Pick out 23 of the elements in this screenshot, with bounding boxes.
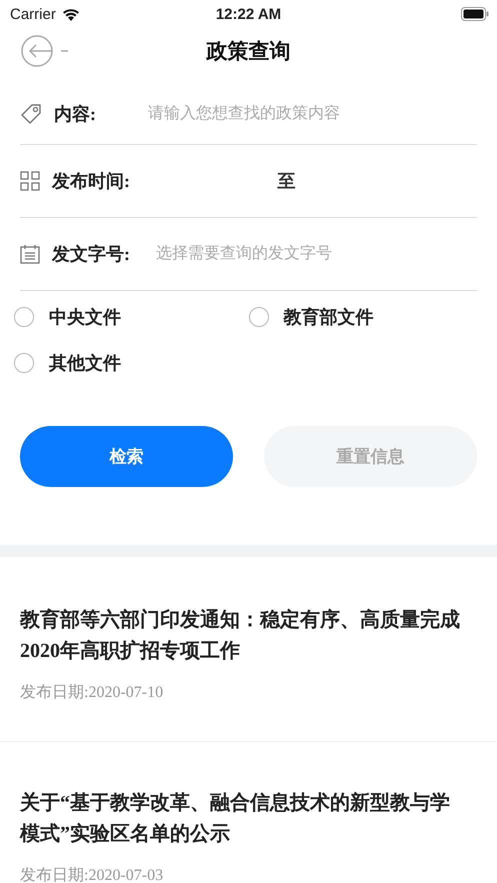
option-label: 中央文件: [49, 306, 121, 329]
article-title[interactable]: 教育部等六部门印发通知：稳定有序、高质量完成2020年高职扩招专项工作: [20, 605, 469, 667]
radio-button[interactable]: [248, 307, 268, 327]
field-label: 内容:: [54, 103, 97, 126]
article-date: 发布日期:2020-07-03: [20, 866, 164, 883]
radio-button[interactable]: [14, 307, 34, 327]
calendar-icon: [20, 244, 40, 264]
tag-icon: [20, 103, 42, 125]
carrier-name: Carrier: [10, 6, 56, 22]
article-title[interactable]: 关于“基于教学改革、融合信息技术的新型教与学模式”实验区名单的公示: [20, 788, 469, 850]
article-date: 发布日期:2020-07-10: [20, 683, 164, 703]
option-label: 其他文件: [49, 352, 121, 375]
radio-button[interactable]: [14, 353, 34, 373]
search-button[interactable]: 检索: [20, 426, 233, 487]
field-label: 发布时间:: [52, 170, 131, 193]
option-label: 教育部文件: [284, 306, 374, 329]
range-separator: 至: [278, 170, 296, 193]
battery-icon: [461, 7, 489, 21]
field-label: 发文字号:: [52, 243, 131, 266]
status-time: 12:22 AM: [214, 6, 282, 22]
page-title: 政策查询: [206, 38, 290, 65]
grid-icon: [20, 171, 40, 191]
wifi-icon: [62, 8, 80, 20]
